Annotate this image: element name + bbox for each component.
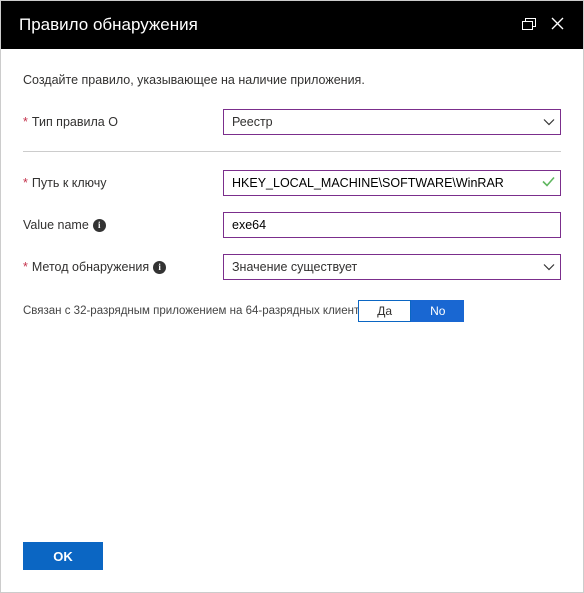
dialog-footer: OK bbox=[1, 530, 583, 592]
value-name-input[interactable] bbox=[223, 212, 561, 238]
label-text: Путь к ключу bbox=[32, 176, 107, 190]
field-row-detect-method: * Метод обнаружения i Значение существуе… bbox=[23, 254, 561, 280]
field-row-value-name: Value name i bbox=[23, 212, 561, 238]
label-rule-type: * Тип правила O bbox=[23, 115, 223, 129]
restore-button[interactable] bbox=[515, 11, 543, 39]
bitness-toggle: Да No bbox=[358, 300, 464, 322]
intro-text: Создайте правило, указывающее на наличие… bbox=[23, 73, 561, 87]
ok-button[interactable]: OK bbox=[23, 542, 103, 570]
close-button[interactable] bbox=[543, 11, 571, 39]
label-key-path: * Путь к ключу bbox=[23, 176, 223, 190]
section-divider bbox=[23, 151, 561, 152]
label-detect-method: * Метод обнаружения i bbox=[23, 260, 223, 274]
field-row-key-path: * Путь к ключу bbox=[23, 170, 561, 196]
dialog-header: Правило обнаружения bbox=[1, 1, 583, 49]
detect-method-select[interactable]: Значение существует bbox=[223, 254, 561, 280]
label-text: Тип правила O bbox=[32, 115, 118, 129]
label-text: Value name bbox=[23, 218, 89, 232]
field-row-bitness: Связан с 32-разрядным приложением на 64-… bbox=[23, 300, 561, 322]
close-icon bbox=[551, 17, 564, 33]
label-text: Метод обнаружения bbox=[32, 260, 149, 274]
toggle-no-button[interactable]: No bbox=[411, 300, 464, 322]
required-marker: * bbox=[23, 115, 28, 129]
info-icon[interactable]: i bbox=[153, 261, 166, 274]
key-path-input[interactable] bbox=[223, 170, 561, 196]
required-marker: * bbox=[23, 176, 28, 190]
select-value: Реестр bbox=[232, 115, 273, 129]
dialog-title: Правило обнаружения bbox=[19, 15, 515, 35]
label-value-name: Value name i bbox=[23, 218, 223, 232]
info-icon[interactable]: i bbox=[93, 219, 106, 232]
checkmark-icon bbox=[542, 176, 555, 191]
restore-icon bbox=[522, 18, 536, 33]
rule-type-select[interactable]: Реестр bbox=[223, 109, 561, 135]
dialog-content: Создайте правило, указывающее на наличие… bbox=[1, 49, 583, 530]
required-marker: * bbox=[23, 260, 28, 274]
select-value: Значение существует bbox=[232, 260, 357, 274]
field-row-rule-type: * Тип правила O Реестр bbox=[23, 109, 561, 135]
label-bitness: Связан с 32-разрядным приложением на 64-… bbox=[23, 305, 371, 317]
toggle-yes-button[interactable]: Да bbox=[358, 300, 411, 322]
